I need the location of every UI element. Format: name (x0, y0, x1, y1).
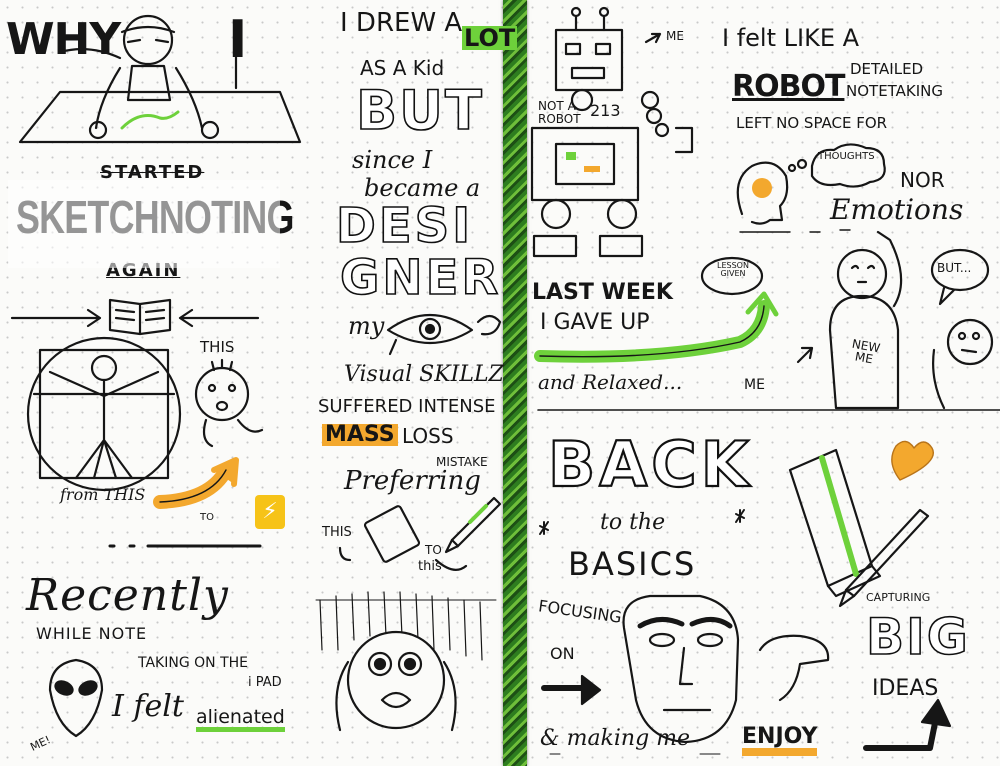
back-label: BACK (547, 428, 753, 501)
gner-label: GNER (339, 250, 502, 306)
to-this-label: TO (425, 543, 442, 557)
preferring-label: Preferring (344, 466, 481, 496)
this-label: THIS (200, 338, 235, 356)
title-again: AGAIN (106, 260, 181, 281)
and-relaxed-label: and Relaxed... (538, 370, 683, 394)
but-bubble-label: BUT... (937, 261, 972, 275)
to-the-label: to the (600, 510, 666, 535)
me-label: ME (666, 29, 684, 43)
loss-label: LOSS (402, 424, 454, 448)
basics-label: BASICS (568, 545, 697, 583)
while-note-label: WHILE NOTE (36, 624, 148, 643)
green-bookmark-lace (503, 0, 527, 766)
ideas-label: IDEAS (872, 676, 939, 701)
lesson-given-label: LESSON GIVEN (717, 261, 749, 278)
me2-label: ME (744, 377, 765, 393)
mass-label: MASS (322, 424, 398, 446)
from-this-label: from THIS (60, 485, 146, 504)
i-felt-like-a-label: I felt LIKE A (722, 24, 860, 52)
making-me-label: & making me (540, 726, 691, 751)
title-started: STARTED (100, 162, 205, 183)
left-no-space-label: LEFT NO SPACE FOR (736, 114, 888, 132)
on-label: ON (550, 644, 575, 663)
title-sketchnoting: SKETCHNOTING (16, 191, 294, 243)
visual-skillz-label: Visual SKILLZ (344, 362, 504, 387)
thoughts-label: THOUGHTS (818, 151, 875, 162)
ipad-label: i PAD (248, 675, 282, 690)
robot-word-label: ROBOT (538, 112, 581, 126)
robot-number-label: 213 (590, 101, 621, 120)
title-i: I (228, 10, 248, 70)
robot-label: ROBOT (732, 69, 845, 104)
big-label: BIG (865, 608, 970, 666)
detailed-label: DETAILED (850, 60, 924, 78)
capturing-label: CAPTURING (866, 591, 931, 604)
desi-label: DESI (335, 198, 474, 254)
not-a-robot-label: NOT A (538, 99, 576, 113)
lot-label: LOT (462, 24, 518, 52)
since-i-label: since I (352, 146, 433, 174)
title-why: WHY (6, 14, 121, 65)
but-label: BUT (355, 79, 484, 142)
this-end-label: this (418, 559, 442, 574)
lightning-icon: ⚡ (255, 495, 285, 529)
i-gave-up-label: I GAVE UP (540, 310, 650, 335)
i-felt-label: I felt (112, 689, 184, 724)
notetaking-label: NOTETAKING (846, 82, 944, 100)
my-label: my (348, 312, 385, 340)
to-small-label: TO (200, 512, 214, 523)
suffered-intense-label: SUFFERED INTENSE (318, 396, 496, 417)
last-week-label: LAST WEEK (532, 280, 673, 305)
taking-on-the-label: TAKING ON THE (138, 655, 248, 671)
this-small-label: THIS (322, 525, 352, 540)
emotions-label: Emotions (830, 193, 964, 226)
became-a-label: became a (364, 174, 481, 202)
alienated-label: alienated (196, 708, 285, 732)
nor-label: NOR (900, 168, 945, 192)
i-drew-a-label: I DREW A (340, 8, 463, 38)
recently-label: Recently (26, 570, 229, 621)
enjoy-label: ENJOY (742, 726, 818, 756)
as-a-kid-label: AS A Kid (360, 56, 445, 80)
